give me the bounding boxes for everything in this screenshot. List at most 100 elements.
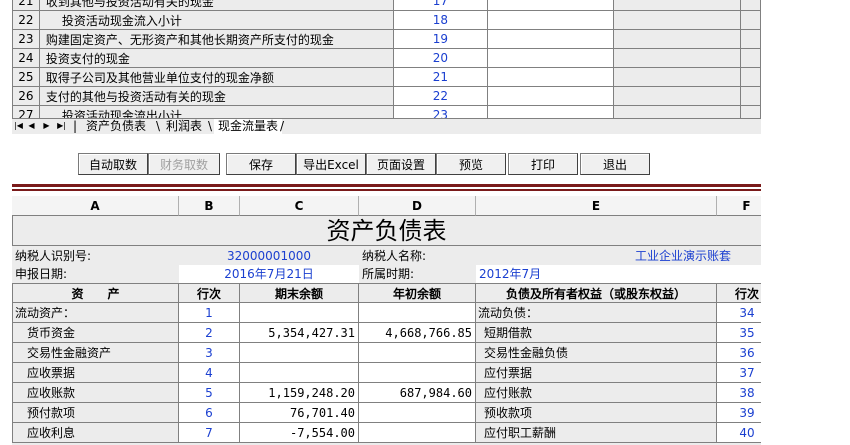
last-sheet-icon[interactable]: ▶| [56, 120, 67, 132]
cashflow-row[interactable]: 25 取得子公司及其他营业单位支付的现金净额 21 [12, 67, 761, 87]
line-number[interactable]: 22 [392, 86, 489, 106]
item-name[interactable]: 投资活动现金流出小计 [38, 105, 394, 118]
asset-name[interactable]: 应收利息 [12, 423, 179, 443]
begin-balance[interactable] [359, 303, 476, 323]
line-number-2[interactable]: 39 [717, 403, 761, 423]
line-number-2[interactable]: 40 [717, 423, 761, 443]
cashflow-row[interactable]: 21 收到其他与投资活动有关的现金 17 [12, 0, 761, 11]
column-header-f[interactable]: F [717, 196, 761, 216]
value-cell[interactable] [487, 29, 614, 49]
value-cell[interactable] [740, 48, 761, 68]
asset-name[interactable]: 应收票据 [12, 363, 179, 383]
row-number[interactable]: 24 [12, 48, 40, 68]
begin-balance[interactable]: 4,668,766.85 [359, 323, 476, 343]
line-number[interactable]: 21 [392, 67, 489, 87]
begin-balance[interactable] [359, 363, 476, 383]
prev-sheet-icon[interactable]: ◀ [26, 120, 37, 132]
cashflow-row[interactable]: 27 投资活动现金流出小计 23 [12, 105, 761, 118]
value-cell[interactable] [740, 10, 761, 30]
item-name[interactable]: 支付的其他与投资活动有关的现金 [38, 86, 394, 106]
end-balance[interactable]: 1,159,248.20 [240, 383, 359, 403]
report-date-value[interactable]: 2016年7月21日 [179, 265, 359, 283]
line-number-2[interactable]: 36 [717, 343, 761, 363]
liability-name[interactable]: 短期借款 [476, 323, 717, 343]
line-number[interactable]: 2 [179, 323, 240, 343]
end-balance[interactable] [240, 343, 359, 363]
end-balance[interactable] [240, 303, 359, 323]
value-cell[interactable] [612, 105, 742, 118]
save-button[interactable]: 保存 [226, 153, 296, 175]
taxpayer-id-value[interactable]: 32000001000 [179, 247, 359, 265]
line-number[interactable]: 20 [392, 48, 489, 68]
begin-balance[interactable] [359, 423, 476, 443]
liability-name[interactable]: 交易性金融负债 [476, 343, 717, 363]
line-number[interactable]: 19 [392, 29, 489, 49]
line-number[interactable]: 4 [179, 363, 240, 383]
balance-sheet-grid[interactable]: A B C D E F 资产负债表 纳税人识别号: 32000001000 纳税… [12, 196, 761, 445]
value-cell[interactable] [612, 10, 742, 30]
begin-balance[interactable] [359, 403, 476, 423]
line-number-2[interactable]: 37 [717, 363, 761, 383]
end-balance[interactable]: -7,554.00 [240, 423, 359, 443]
value-cell[interactable] [612, 48, 742, 68]
item-name[interactable]: 投资活动现金流入小计 [38, 10, 394, 30]
liability-name[interactable]: 流动负债： [476, 303, 717, 323]
exit-button[interactable]: 退出 [580, 153, 650, 175]
item-name[interactable]: 购建固定资产、无形资产和其他长期资产所支付的现金 [38, 29, 394, 49]
page-setup-button[interactable]: 页面设置 [366, 153, 436, 175]
cashflow-row[interactable]: 22 投资活动现金流入小计 18 [12, 10, 761, 30]
value-cell[interactable] [612, 86, 742, 106]
asset-name[interactable]: 预付款项 [12, 403, 179, 423]
column-header-e[interactable]: E [476, 196, 717, 216]
taxpayer-name-value[interactable]: 工业企业演示账套 [635, 247, 761, 265]
tab-cashflow-statement[interactable]: 现金流量表 [214, 119, 283, 134]
asset-name[interactable]: 货币资金 [12, 323, 179, 343]
row-number[interactable]: 26 [12, 86, 40, 106]
end-balance[interactable]: 76,701.40 [240, 403, 359, 423]
value-cell[interactable] [487, 67, 614, 87]
preview-button[interactable]: 预览 [436, 153, 506, 175]
asset-name[interactable]: 应收账款 [12, 383, 179, 403]
column-header-c[interactable]: C [240, 196, 359, 216]
asset-name[interactable]: 流动资产： [12, 303, 179, 323]
line-number[interactable]: 23 [392, 105, 489, 118]
first-sheet-icon[interactable]: |◀ [13, 120, 24, 132]
line-number[interactable]: 5 [179, 383, 240, 403]
begin-balance[interactable] [359, 343, 476, 363]
row-number[interactable]: 27 [12, 105, 40, 118]
line-number[interactable]: 18 [392, 10, 489, 30]
line-number[interactable]: 17 [392, 0, 489, 11]
value-cell[interactable] [740, 67, 761, 87]
value-cell[interactable] [740, 105, 761, 118]
line-number-2[interactable]: 35 [717, 323, 761, 343]
column-header-b[interactable]: B [179, 196, 240, 216]
line-number[interactable]: 1 [179, 303, 240, 323]
value-cell[interactable] [740, 86, 761, 106]
end-balance[interactable] [240, 363, 359, 383]
export-excel-button[interactable]: 导出Excel [296, 153, 366, 175]
auto-fetch-button[interactable]: 自动取数 [78, 153, 148, 175]
line-number-2[interactable]: 34 [717, 303, 761, 323]
value-cell[interactable] [612, 29, 742, 49]
period-value[interactable]: 2012年7月 [476, 265, 761, 283]
cashflow-row[interactable]: 26 支付的其他与投资活动有关的现金 22 [12, 86, 761, 106]
value-cell[interactable] [487, 0, 614, 11]
value-cell[interactable] [740, 29, 761, 49]
liability-name[interactable]: 应付职工薪酬 [476, 423, 717, 443]
print-button[interactable]: 打印 [508, 153, 578, 175]
cashflow-sheet-grid[interactable]: 21 收到其他与投资活动有关的现金 17 22 投资活动现金流入小计 18 23 购建固定资产… [12, 0, 761, 118]
column-header-d[interactable]: D [359, 196, 476, 216]
line-number[interactable]: 3 [179, 343, 240, 363]
tab-income-statement[interactable]: 利润表 [162, 119, 206, 134]
column-header-a[interactable]: A [12, 196, 179, 216]
row-number[interactable]: 23 [12, 29, 40, 49]
row-number[interactable]: 22 [12, 10, 40, 30]
next-sheet-icon[interactable]: ▶ [41, 120, 52, 132]
line-number[interactable]: 6 [179, 403, 240, 423]
asset-name[interactable]: 交易性金融资产 [12, 343, 179, 363]
begin-balance[interactable]: 687,984.60 [359, 383, 476, 403]
value-cell[interactable] [612, 0, 742, 11]
item-name[interactable]: 收到其他与投资活动有关的现金 [38, 0, 394, 11]
value-cell[interactable] [487, 48, 614, 68]
cashflow-row[interactable]: 23 购建固定资产、无形资产和其他长期资产所支付的现金 19 [12, 29, 761, 49]
